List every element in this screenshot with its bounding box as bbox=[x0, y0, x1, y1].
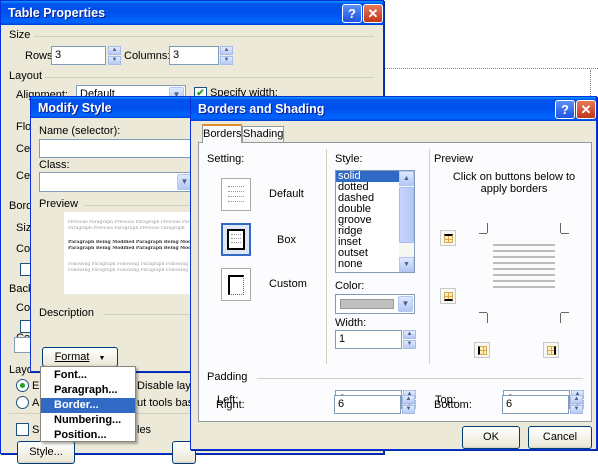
padding-right-label: Right: bbox=[216, 399, 245, 411]
preview-line-4: Paragraph Being Modified Paragraph Being… bbox=[68, 246, 204, 251]
tab-shading[interactable]: Shading bbox=[242, 126, 284, 143]
color-label: Color: bbox=[335, 280, 365, 292]
borders-shading-title: Borders and Shading bbox=[191, 97, 596, 121]
tab-borders-label: Borders bbox=[203, 128, 242, 140]
modify-style-client: Name (selector): Class: ▼ Preview Previo… bbox=[34, 118, 204, 368]
setting-custom-label: Custom bbox=[269, 278, 307, 290]
setting-default-label: Default bbox=[269, 188, 304, 200]
close-button[interactable]: ✕ bbox=[363, 4, 383, 23]
columns-label: Columns: bbox=[124, 50, 171, 62]
padding-right-input[interactable]: 6 bbox=[334, 395, 401, 414]
padding-bottom-label: Bottom: bbox=[434, 399, 472, 411]
setting-custom-button[interactable] bbox=[221, 268, 251, 301]
class-label: Class: bbox=[39, 159, 70, 171]
style-preview-panel: Previous Paragraph Previous Paragraph Pr… bbox=[64, 212, 204, 294]
style-listbox[interactable]: solid dotted dashed double groove ridge … bbox=[335, 170, 415, 273]
ok-button[interactable]: OK bbox=[462, 426, 520, 449]
style-button[interactable]: Style... bbox=[17, 441, 75, 464]
menu-item-numbering[interactable]: Numbering... bbox=[41, 413, 135, 428]
columns-input[interactable]: 3 bbox=[169, 46, 219, 65]
rows-input[interactable]: 3 bbox=[51, 46, 106, 65]
preview-line-6: Following Paragraph Following Paragraph … bbox=[68, 268, 189, 273]
padding-bottom-input[interactable]: 6 bbox=[502, 395, 569, 414]
layout-group-label: Layout bbox=[9, 70, 43, 82]
enable-layout-radio[interactable] bbox=[16, 379, 29, 392]
style-scrollbar[interactable]: ▲ ▼ bbox=[399, 171, 414, 272]
preview-diagram[interactable] bbox=[479, 223, 569, 323]
columns-spinner[interactable]: ▲ ▼ bbox=[220, 46, 233, 65]
set-default-checkbox[interactable] bbox=[16, 423, 29, 436]
menu-item-position[interactable]: Position... bbox=[41, 428, 135, 443]
format-button[interactable]: Format ▼ bbox=[42, 347, 118, 367]
format-arrow-icon: ▼ bbox=[98, 355, 106, 362]
borders-tab-panel: Setting: Default Box Custom Style: solid… bbox=[198, 142, 592, 422]
scroll-down-icon[interactable]: ▼ bbox=[399, 257, 414, 272]
style-label: Style: bbox=[335, 153, 363, 165]
format-label: Format bbox=[54, 351, 90, 363]
cancel-button[interactable]: Cancel bbox=[528, 426, 592, 449]
border-top-button[interactable] bbox=[440, 230, 456, 246]
width-input[interactable]: 1 bbox=[335, 330, 402, 349]
scroll-up-icon[interactable]: ▲ bbox=[399, 171, 414, 186]
tab-shading-label: Shading bbox=[243, 128, 284, 140]
close-button[interactable]: ✕ bbox=[576, 100, 596, 119]
description-group-label: Description bbox=[39, 307, 95, 319]
format-menu: Font... Paragraph... Border... Numbering… bbox=[40, 366, 136, 442]
modify-style-dialog: Modify Style Name (selector): Class: ▼ P… bbox=[30, 96, 204, 372]
modify-style-title: Modify Style bbox=[31, 97, 200, 118]
preview-hint-text: Click on buttons below to apply borders bbox=[452, 171, 576, 195]
borders-shading-client: Borders Shading Setting: Default Box Cus… bbox=[194, 121, 593, 449]
border-bottom-button[interactable] bbox=[440, 288, 456, 304]
padding-label: Padding bbox=[207, 371, 248, 383]
padding-bottom-spinner[interactable]: ▲ ▼ bbox=[570, 395, 583, 414]
width-spinner[interactable]: ▲ ▼ bbox=[403, 330, 416, 349]
chevron-down-icon[interactable]: ▼ bbox=[398, 296, 413, 312]
name-selector-input[interactable] bbox=[39, 139, 204, 158]
help-button[interactable]: ? bbox=[342, 4, 362, 23]
background-guide-line bbox=[383, 68, 598, 69]
setting-box-button[interactable] bbox=[221, 223, 251, 256]
styles-partial: les bbox=[137, 424, 152, 436]
borders-shading-dialog: Borders and Shading ? ✕ Borders Shading … bbox=[190, 96, 597, 450]
auto-layout-radio[interactable] bbox=[16, 396, 29, 409]
scroll-thumb[interactable] bbox=[399, 187, 414, 243]
menu-item-paragraph[interactable]: Paragraph... bbox=[41, 383, 135, 398]
menu-item-border[interactable]: Border... bbox=[41, 398, 135, 413]
menu-item-font[interactable]: Font... bbox=[41, 368, 135, 383]
setting-label: Setting: bbox=[207, 153, 245, 165]
border-right-button[interactable] bbox=[543, 342, 559, 358]
preview-group-label: Preview bbox=[39, 198, 79, 210]
size-group-label: Size bbox=[9, 29, 31, 41]
border-left-button[interactable] bbox=[474, 342, 490, 358]
preview-label: Preview bbox=[434, 153, 474, 165]
width-label: Width: bbox=[335, 317, 367, 329]
table-properties-title: Table Properties bbox=[1, 1, 383, 25]
setting-default-button[interactable] bbox=[221, 178, 251, 211]
class-select[interactable]: ▼ bbox=[39, 172, 194, 192]
padding-right-spinner[interactable]: ▲ ▼ bbox=[402, 395, 415, 414]
preview-line-2: Paragraph Previous Paragraph Previous Pa… bbox=[68, 226, 185, 231]
color-select[interactable]: ▼ bbox=[335, 294, 415, 314]
name-selector-label: Name (selector): bbox=[39, 125, 121, 137]
setting-box-label: Box bbox=[277, 234, 296, 246]
help-button[interactable]: ? bbox=[555, 100, 575, 119]
tab-borders[interactable]: Borders bbox=[202, 124, 242, 143]
float-label-partial: Flo bbox=[16, 121, 32, 133]
rows-spinner[interactable]: ▲ ▼ bbox=[108, 46, 121, 65]
